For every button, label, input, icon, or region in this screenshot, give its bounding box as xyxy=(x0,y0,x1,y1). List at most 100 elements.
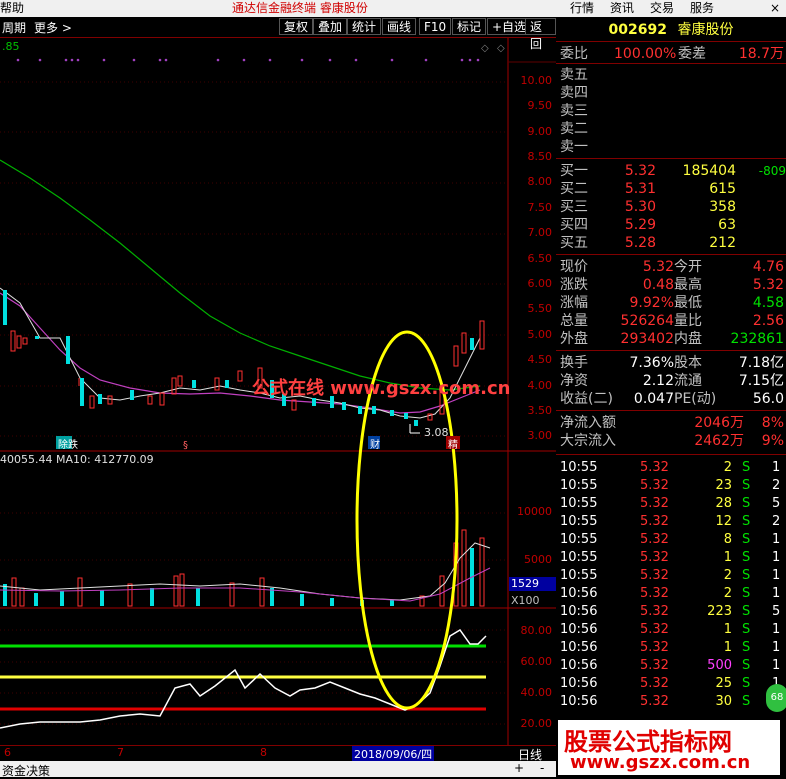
weibi-label: 委比 xyxy=(560,46,588,62)
svg-text:◇: ◇ xyxy=(481,43,489,54)
price-tick: 9.50 xyxy=(527,99,553,112)
tick-time: 10:55 xyxy=(560,496,598,511)
menu-help[interactable]: 帮助 xyxy=(0,0,24,17)
stat-label: 总量 xyxy=(560,313,588,329)
buy-volume: 63 xyxy=(718,217,736,233)
stat2-value: 7.36% xyxy=(629,355,674,371)
price-axis: 10.00 9.50 9.00 8.50 8.00 7.50 7.00 6.50… xyxy=(510,0,556,760)
svg-text:§: § xyxy=(183,440,188,451)
stat2-label: 流通 xyxy=(674,373,702,389)
right-tabs: 行情 资讯 交易 服务 × xyxy=(556,0,786,17)
stat-value: 293402 xyxy=(620,331,674,347)
tick-price: 5.32 xyxy=(640,550,669,565)
volume-header: 40055.44 MA10: 412770.09 xyxy=(0,453,154,466)
stat-label: 现价 xyxy=(560,259,588,275)
price-tick: 9.00 xyxy=(527,125,553,138)
flow-row: 净流入额 2046万 8% xyxy=(560,414,786,432)
tick-count: 1 xyxy=(772,586,781,601)
tick-price: 5.32 xyxy=(640,460,669,475)
buy-price: 5.30 xyxy=(624,199,656,215)
sell3-label: 卖三 xyxy=(560,103,588,119)
stats-button[interactable]: 统计 xyxy=(347,18,382,35)
chart-header-value: .85 xyxy=(2,40,20,53)
overlay-button[interactable]: 叠加 xyxy=(313,18,348,35)
period-label[interactable]: 周期 xyxy=(2,19,26,36)
tick-count: 1 xyxy=(772,640,781,655)
close-icon[interactable]: × xyxy=(766,0,784,17)
tick-time: 10:55 xyxy=(560,478,598,493)
tick-count: 2 xyxy=(772,514,781,529)
status-bar: 资金决策 + - xyxy=(0,761,556,779)
flow-label: 净流入额 xyxy=(560,415,616,431)
tick-time: 10:56 xyxy=(560,658,598,673)
stat-label: 内盘 xyxy=(674,331,702,347)
tab-quote[interactable]: 行情 xyxy=(570,0,594,17)
tab-service[interactable]: 服务 xyxy=(690,0,714,17)
stat-label: 量比 xyxy=(674,313,702,329)
tick-row: 10:55 5.32 23 S 2 xyxy=(556,477,786,495)
tick-row: 10:55 5.32 2 S 1 xyxy=(556,459,786,477)
more-menu[interactable]: 更多 > xyxy=(34,19,72,36)
buy-label: 买二 xyxy=(560,181,588,197)
tick-price: 5.32 xyxy=(640,676,669,691)
tick-side: S xyxy=(742,514,751,529)
fuquan-button[interactable]: 复权 xyxy=(279,18,314,35)
price-tick: 8.50 xyxy=(527,150,553,163)
status-left[interactable]: 资金决策 xyxy=(2,762,50,779)
price-tick: 4.50 xyxy=(527,353,553,366)
site-banner: 股票公式指标网 www.gszx.com.cn xyxy=(558,720,780,775)
stat-value: 0.48 xyxy=(642,277,674,293)
current-date: 2018/09/06/四 xyxy=(352,746,435,762)
tab-news[interactable]: 资讯 xyxy=(610,0,634,17)
tick-count: 2 xyxy=(772,478,781,493)
tick-side: S xyxy=(742,496,751,511)
float-badge[interactable]: 68 xyxy=(766,684,786,712)
stat-label: 最高 xyxy=(674,277,702,293)
tick-price: 5.32 xyxy=(640,694,669,709)
stat2-value: 7.15亿 xyxy=(738,373,784,389)
date-tick: 6 xyxy=(4,746,11,759)
tick-row: 10:56 5.32 2 S 1 xyxy=(556,585,786,603)
tag-cai: 财 xyxy=(370,440,380,451)
tick-volume: 23 xyxy=(715,478,732,493)
stat-value: 232861 xyxy=(730,331,784,347)
price-tick: 8.00 xyxy=(527,175,553,188)
date-axis: 6 7 8 2018/09/06/四 日线 xyxy=(0,745,556,762)
buy-volume: 185404 xyxy=(682,163,736,179)
tick-side: S xyxy=(742,604,751,619)
tick-side: S xyxy=(742,478,751,493)
zoom-out-button[interactable]: - xyxy=(540,761,544,775)
tick-side: S xyxy=(742,658,751,673)
zoom-in-button[interactable]: + xyxy=(514,761,524,775)
weibi-value: 100.00% xyxy=(614,46,677,62)
stat-value: 4.76 xyxy=(752,259,784,275)
stat2-value: 7.18亿 xyxy=(738,355,784,371)
sell1-label: 卖一 xyxy=(560,139,588,155)
sell2-label: 卖二 xyxy=(560,121,588,137)
tick-row: 10:55 5.32 28 S 5 xyxy=(556,495,786,513)
tick-price: 5.32 xyxy=(640,568,669,583)
stat2-row: 换手 7.36% 股本 7.18亿 xyxy=(560,354,786,372)
tick-volume: 2 xyxy=(723,568,732,583)
tick-row: 10:56 5.32 500 S 1 xyxy=(556,657,786,675)
tick-price: 5.32 xyxy=(640,496,669,511)
tick-count: 1 xyxy=(772,568,781,583)
volume-tick: 5000 xyxy=(524,553,552,566)
indicator-tick: 80.00 xyxy=(520,624,553,637)
flow-row: 大宗流入 2462万 9% xyxy=(560,432,786,450)
f10-button[interactable]: F10 xyxy=(419,18,452,35)
tick-row: 10:56 5.32 1 S 1 xyxy=(556,639,786,657)
weicha-value: 18.7万 xyxy=(738,46,784,62)
mark-button[interactable]: 标记 xyxy=(452,18,487,35)
indicator-tick: 40.00 xyxy=(520,686,553,699)
tick-volume: 8 xyxy=(723,532,732,547)
stat-row: 外盘 293402 内盘 232861 xyxy=(560,330,786,348)
flow-value: 2462万 xyxy=(694,433,744,449)
tick-time: 10:56 xyxy=(560,622,598,637)
tick-count: 1 xyxy=(772,550,781,565)
buy-row-1: 买一 5.32 185404 -809 xyxy=(560,162,786,180)
price-tick: 7.50 xyxy=(527,201,553,214)
draw-button[interactable]: 画线 xyxy=(382,18,417,35)
tick-row: 10:55 5.32 1 S 1 xyxy=(556,549,786,567)
tab-trade[interactable]: 交易 xyxy=(650,0,674,17)
